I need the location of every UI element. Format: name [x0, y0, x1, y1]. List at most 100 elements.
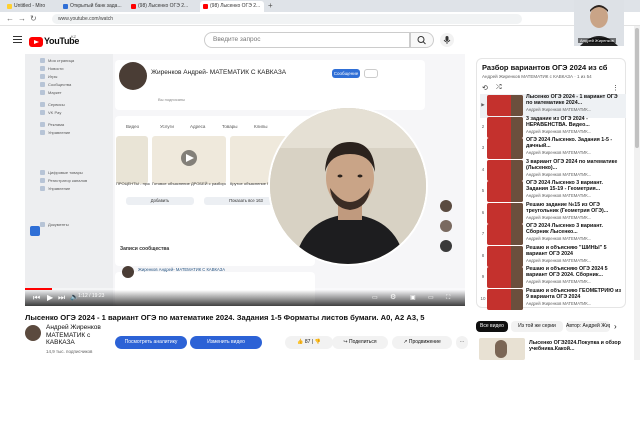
- playlist-item[interactable]: 8 26:17Решаю и объясняю "ШИНЫ" 5 вариант …: [480, 245, 626, 269]
- chevron-right-icon[interactable]: ›: [614, 321, 617, 332]
- playlist-item-index: 10: [480, 295, 486, 301]
- vk-profile-card: [115, 60, 425, 110]
- theater-icon[interactable]: ▭: [428, 292, 434, 304]
- menu-icon[interactable]: [13, 36, 22, 43]
- vk-tab: Видео: [126, 124, 140, 129]
- playlist-item[interactable]: ▶ 19:23Лысенко ОГЭ 2024 - 1 вариант ОГЭ п…: [480, 94, 626, 118]
- subtitles-icon[interactable]: ▭: [372, 292, 378, 304]
- facecam-overlay: [268, 106, 428, 266]
- time-display: 1:12 / 19:23: [78, 293, 105, 299]
- playlist-item-channel: Андрей Жиренков МАТЕМАТИК...: [526, 107, 592, 112]
- shuffle-icon[interactable]: ⤮: [496, 84, 502, 92]
- fullscreen-icon[interactable]: ⛶: [446, 292, 450, 304]
- analytics-button[interactable]: Посмотреть аналитику: [115, 336, 187, 349]
- voice-search-button[interactable]: [440, 33, 454, 47]
- search-button[interactable]: [410, 32, 434, 48]
- playlist-item-thumbnail[interactable]: 6:58: [487, 116, 523, 138]
- chip-same-series[interactable]: Из той же серии: [511, 321, 563, 332]
- playlist-item[interactable]: 4 22:173 вариант ОГЭ 2024 по математике (…: [480, 159, 626, 183]
- playlist-item[interactable]: 7 11:30ОГЭ 2024 Лысенко 3 вариант. Сборни…: [480, 223, 626, 247]
- url-field[interactable]: www.youtube.com/watch: [52, 14, 522, 24]
- previous-icon[interactable]: ⏮: [33, 292, 40, 304]
- playlist-item[interactable]: 2 6:583 задание из ОГЭ 2024 - НЕРАВЕНСТВА…: [480, 116, 626, 140]
- browser-tab[interactable]: Открытый банк зада...: [60, 1, 126, 12]
- playlist-item-thumbnail[interactable]: 8:40: [487, 181, 523, 202]
- vk-menu-item: Игры: [39, 74, 58, 79]
- vk-post-avatar: [122, 266, 134, 278]
- vk-menu-item: Управление: [39, 186, 71, 191]
- loop-icon[interactable]: ⟲: [482, 84, 488, 92]
- playlist-item-thumbnail[interactable]: 14:02: [487, 267, 523, 288]
- playlist-item-title[interactable]: 3 задание из ОГЭ 2024 - НЕРАВЕНСТВА. Вид…: [526, 116, 624, 128]
- playlist-item-thumbnail[interactable]: 26:17: [487, 245, 523, 267]
- more-button[interactable]: ⋯: [456, 336, 468, 349]
- search-input[interactable]: Введите запрос: [204, 32, 410, 48]
- reload-icon[interactable]: ↻: [30, 13, 37, 25]
- back-icon[interactable]: ←: [6, 13, 14, 25]
- progress-bar[interactable]: [25, 288, 465, 290]
- playlist-item-title[interactable]: ОГЭ 2024 Лысенко 3 вариант. Сборник Лысе…: [526, 223, 624, 235]
- playlist-item[interactable]: 9 14:02Решаю и объясняю ОГЭ 2024 5 вариан…: [480, 266, 626, 290]
- playlist-item-title[interactable]: 3 вариант ОГЭ 2024 по математике (Лысенк…: [526, 159, 624, 171]
- playlist-item[interactable]: 6 4:05Решаю задание №15 из ОГЭ треугольни…: [480, 202, 626, 226]
- playlist-item-duration: 12:45: [517, 303, 523, 308]
- browser-tab[interactable]: (98) Лысенко ОГЭ 2...: [128, 1, 198, 12]
- playlist-item-thumbnail[interactable]: 4:05: [487, 202, 523, 224]
- share-button[interactable]: ↪ Поделиться: [332, 336, 388, 349]
- play-icon[interactable]: ▶: [47, 292, 53, 304]
- scrollbar-thumb[interactable]: [635, 28, 639, 148]
- next-icon[interactable]: ⏭: [58, 292, 65, 304]
- playlist-item-channel: Андрей Жиренков МАТЕМАТИК...: [526, 300, 592, 306]
- channel-avatar[interactable]: [25, 325, 41, 341]
- recommended-title[interactable]: Лысенко ОГЭ2024.Покупка и обзор учебника…: [529, 340, 629, 352]
- playlist-item-title[interactable]: Решаю и объясняю "ШИНЫ" 5 вариант ОГЭ 20…: [526, 245, 624, 257]
- playlist-item-title[interactable]: Решаю и объясняю ОГЭ 2024 5 вариант ОГЭ …: [526, 266, 624, 278]
- thumbs-down-icon[interactable]: | 👎: [312, 339, 321, 345]
- edit-video-button[interactable]: Изменить видео: [190, 336, 262, 349]
- video-title: Лысенко ОГЭ 2024 - 1 вариант ОГЭ по мате…: [25, 313, 425, 322]
- playlist-item-thumbnail[interactable]: 9:14: [487, 138, 523, 159]
- promote-icon: ↗: [403, 339, 408, 345]
- playlist-title[interactable]: Разбор вариантов ОГЭ 2024 из сборника: [482, 63, 607, 72]
- browser-tab-active[interactable]: (98) Лысенко ОГЭ 2...: [200, 1, 264, 12]
- chip-all-videos[interactable]: Все видео: [476, 321, 508, 332]
- channel-name[interactable]: Андрей Жиренков МАТЕМАТИК с КАВКАЗА: [46, 324, 120, 347]
- playlist-item[interactable]: 10 12:45Решаю и объясняю ГЕОМЕТРИЮ из 9 в…: [480, 288, 626, 312]
- recommended-thumbnail[interactable]: [479, 338, 525, 360]
- settings-icon[interactable]: ⚙: [390, 292, 396, 304]
- playlist-item[interactable]: 3 9:14ОГЭ 2024 Лысенко. Задания 1-5 - дач…: [480, 137, 626, 161]
- playlist-item-channel: Андрей Жиренков МАТЕМАТИК...: [526, 171, 592, 177]
- playlist-more-icon[interactable]: ⋮: [612, 84, 619, 92]
- vk-add-button: Добавить: [126, 197, 194, 205]
- like-count: 87: [304, 339, 311, 345]
- vk-menu-item: Сообщества: [39, 82, 72, 87]
- vk-message-button: Сообщение: [332, 69, 360, 78]
- country-code: KZ: [71, 34, 77, 39]
- playlist-item-thumbnail[interactable]: 19:23: [487, 95, 523, 116]
- playlist-item-thumbnail[interactable]: 22:17: [487, 159, 523, 181]
- like-button[interactable]: 👍 87 | 👎: [285, 336, 333, 349]
- vk-menu-item: Документы: [40, 222, 69, 227]
- playlist-item-index: 8: [481, 252, 485, 258]
- playlist-item-title[interactable]: ОГЭ 2024 Лысенко 3 вариант. Задания 15-1…: [526, 180, 624, 192]
- miniplayer-icon[interactable]: ▣: [410, 292, 416, 304]
- promote-button[interactable]: ↗ Продвижение: [392, 336, 452, 349]
- playlist-item-title[interactable]: ОГЭ 2024 Лысенко. Задания 1-5 - дачный..…: [526, 137, 624, 149]
- site-icon: [63, 4, 68, 9]
- browser-tab[interactable]: Untitled - Miro: [4, 1, 58, 12]
- playlist-item-channel: Андрей Жиренков МАТЕМАТИК...: [526, 193, 592, 198]
- playlist-item-title[interactable]: Решаю и объясняю ГЕОМЕТРИЮ из 9 варианта…: [526, 288, 624, 300]
- vk-tab: Адреса: [190, 124, 206, 129]
- playlist-item-title[interactable]: Лысенко ОГЭ 2024 - 1 вариант ОГЭ по мате…: [526, 94, 624, 106]
- playlist-item-thumbnail[interactable]: 12:45: [487, 288, 523, 310]
- playlist-item-title[interactable]: Решаю задание №15 из ОГЭ треугольник (Ге…: [526, 202, 624, 214]
- chip-author[interactable]: Автор: Андрей Жиренков: [566, 321, 610, 332]
- vk-menu-item: Регистратор каналов: [39, 178, 88, 183]
- youtube-logo-icon[interactable]: [29, 37, 43, 47]
- playlist-item-duration: 8:40: [517, 196, 523, 200]
- playlist-item[interactable]: 5 8:40ОГЭ 2024 Лысенко 3 вариант. Задания…: [480, 180, 626, 204]
- new-tab-icon[interactable]: +: [268, 1, 273, 11]
- playlist-item-thumbnail[interactable]: 11:30: [487, 224, 523, 245]
- playlist-item-channel: Андрей Жиренков МАТЕМАТИК...: [526, 128, 592, 134]
- forward-icon[interactable]: →: [18, 13, 26, 25]
